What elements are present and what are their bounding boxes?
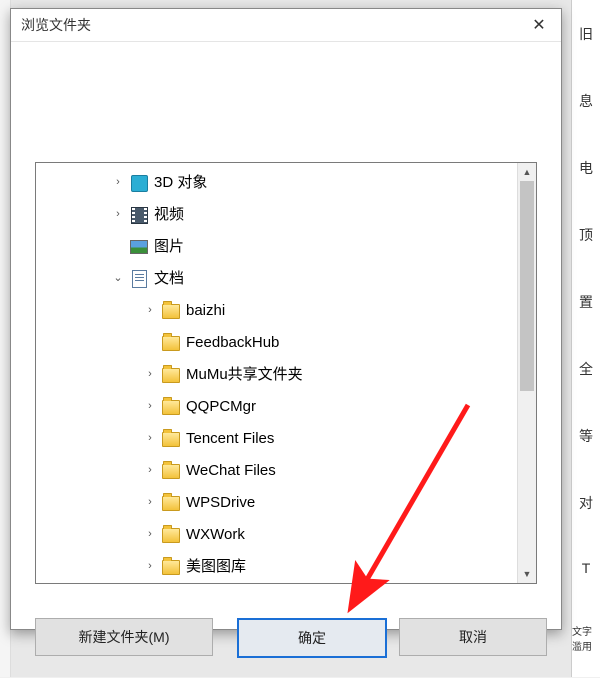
tree-item[interactable]: ⌄ 文档 xyxy=(36,263,517,295)
bg-label: 等 xyxy=(579,426,593,446)
tree-item-label: MuMu共享文件夹 xyxy=(186,366,303,384)
tree-item-label: QQPCMgr xyxy=(186,398,256,416)
chevron-right-icon[interactable]: › xyxy=(144,400,156,413)
ok-label: 确定 xyxy=(298,628,326,648)
dialog-titlebar: 浏览文件夹 ✕ xyxy=(11,9,561,42)
dialog-content: ›3D 对象›视频›图片⌄文档›baizhi›FeedbackHub›MuMu共… xyxy=(11,42,561,602)
tree-item-label: 3D 对象 xyxy=(154,174,207,192)
browse-folder-dialog: 浏览文件夹 ✕ ›3D 对象›视频›图片⌄文档›baizhi›FeedbackH… xyxy=(10,8,562,630)
tree-scrollbar[interactable]: ▲ ▼ xyxy=(517,163,536,583)
bg-label: T xyxy=(582,560,591,576)
folder-tree[interactable]: ›3D 对象›视频›图片⌄文档›baizhi›FeedbackHub›MuMu共… xyxy=(36,163,517,583)
tree-item-label: WXWork xyxy=(186,526,245,544)
bg-label: 旧 xyxy=(579,24,593,44)
bg-label: 对 xyxy=(579,493,593,513)
tree-item-label: 文档 xyxy=(154,270,184,288)
tree-item[interactable]: › MuMu共享文件夹 xyxy=(36,359,517,391)
dialog-title: 浏览文件夹 xyxy=(21,15,517,35)
pictures-icon xyxy=(130,238,148,256)
scroll-up-arrow-icon[interactable]: ▲ xyxy=(518,163,536,181)
tree-item[interactable]: ›FeedbackHub xyxy=(36,327,517,359)
tree-item[interactable]: ›图片 xyxy=(36,231,517,263)
tree-item-label: WeChat Files xyxy=(186,462,276,480)
chevron-right-icon[interactable]: › xyxy=(144,304,156,317)
tree-item-label: 视频 xyxy=(154,206,184,224)
folder-icon xyxy=(162,494,180,512)
folder-tree-container: ›3D 对象›视频›图片⌄文档›baizhi›FeedbackHub›MuMu共… xyxy=(35,162,537,584)
chevron-right-icon[interactable]: › xyxy=(144,368,156,381)
video-icon xyxy=(130,206,148,224)
dialog-upper-spacer xyxy=(35,57,537,162)
tree-item-label: 美图图库 xyxy=(186,558,246,576)
chevron-right-icon[interactable]: › xyxy=(144,528,156,541)
background-right-panel: 旧 息 电 顶 置 全 等 对 T 文字滥用 xyxy=(571,0,600,677)
folder-icon xyxy=(162,558,180,576)
bg-label: 顶 xyxy=(579,225,593,245)
chevron-right-icon[interactable]: › xyxy=(112,208,124,221)
tree-item-label: 图片 xyxy=(154,238,184,256)
tree-item[interactable]: › baizhi xyxy=(36,295,517,327)
bg-label: 置 xyxy=(579,292,593,312)
folder-icon xyxy=(162,302,180,320)
bg-label: 全 xyxy=(579,359,593,379)
bg-label: 文字滥用 xyxy=(572,623,600,653)
tree-item-label: WPSDrive xyxy=(186,494,255,512)
folder-icon xyxy=(162,334,180,352)
bg-label: 息 xyxy=(579,91,593,111)
documents-icon xyxy=(130,270,148,288)
new-folder-button[interactable]: 新建文件夹(M) xyxy=(35,618,213,656)
tree-item[interactable]: › QQPCMgr xyxy=(36,391,517,423)
chevron-right-icon[interactable]: › xyxy=(112,176,124,189)
3d-objects-icon xyxy=(130,174,148,192)
tree-item-label: Tencent Files xyxy=(186,430,274,448)
cancel-button[interactable]: 取消 xyxy=(399,618,547,656)
dialog-button-row: 新建文件夹(M) 确定 取消 xyxy=(11,602,561,678)
folder-icon xyxy=(162,366,180,384)
chevron-right-icon[interactable]: › xyxy=(144,560,156,573)
bg-label: 电 xyxy=(579,158,593,178)
ok-button[interactable]: 确定 xyxy=(237,618,387,658)
scroll-thumb[interactable] xyxy=(520,181,534,391)
chevron-down-icon[interactable]: ⌄ xyxy=(112,272,124,285)
tree-item-label: FeedbackHub xyxy=(186,334,279,352)
folder-icon xyxy=(162,430,180,448)
tree-item[interactable]: › WXWork xyxy=(36,519,517,551)
cancel-label: 取消 xyxy=(459,627,487,647)
tree-item[interactable]: › 3D 对象 xyxy=(36,167,517,199)
tree-item[interactable]: › 视频 xyxy=(36,199,517,231)
tree-item[interactable]: › Tencent Files xyxy=(36,423,517,455)
folder-icon xyxy=(162,398,180,416)
chevron-right-icon[interactable]: › xyxy=(144,464,156,477)
chevron-right-icon[interactable]: › xyxy=(144,432,156,445)
tree-item[interactable]: › WeChat Files xyxy=(36,455,517,487)
tree-item[interactable]: › 美图图库 xyxy=(36,551,517,583)
folder-icon xyxy=(162,462,180,480)
folder-icon xyxy=(162,526,180,544)
close-icon: ✕ xyxy=(532,15,545,35)
close-button[interactable]: ✕ xyxy=(517,9,561,41)
tree-item-label: baizhi xyxy=(186,302,225,320)
scroll-down-arrow-icon[interactable]: ▼ xyxy=(518,565,536,583)
tree-item[interactable]: › WPSDrive xyxy=(36,487,517,519)
chevron-right-icon[interactable]: › xyxy=(144,496,156,509)
new-folder-label: 新建文件夹(M) xyxy=(79,627,170,647)
